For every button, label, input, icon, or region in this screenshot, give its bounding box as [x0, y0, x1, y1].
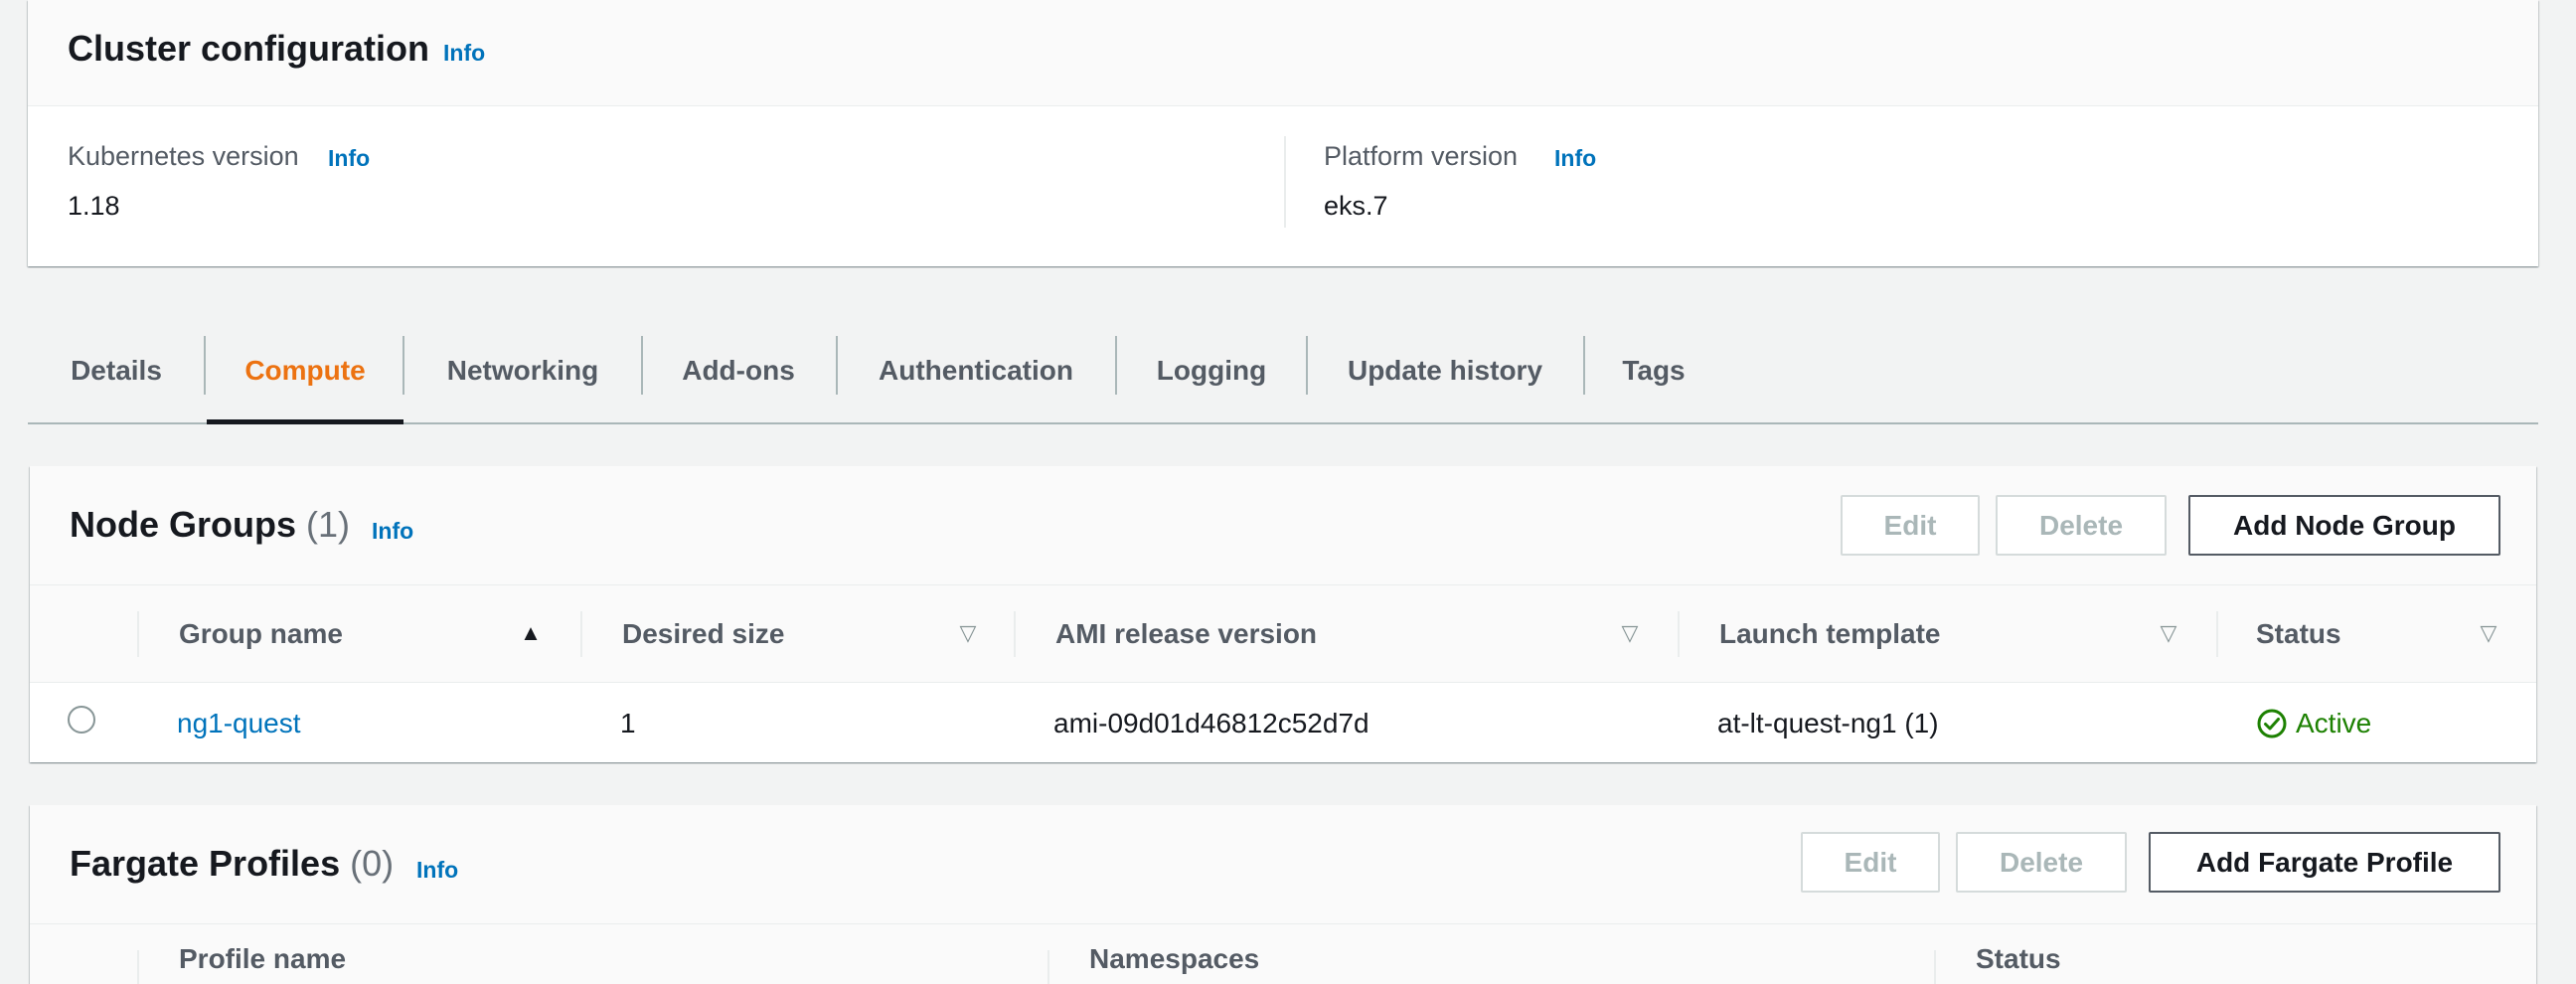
tab-add-ons[interactable]: Add-ons: [642, 318, 835, 422]
column-separator: [137, 950, 139, 984]
column-separator: [1047, 950, 1049, 984]
fargate-profiles-title: Fargate Profiles (0): [70, 843, 394, 885]
column-separator: [2216, 611, 2218, 657]
column-header-desired-size[interactable]: Desired size: [622, 585, 784, 683]
tab-details[interactable]: Details: [28, 318, 205, 422]
platform-version-value: eks.7: [1324, 191, 1388, 221]
column-header-ami-release-version[interactable]: AMI release version: [1055, 585, 1317, 683]
add-fargate-profile-button[interactable]: Add Fargate Profile: [2149, 832, 2500, 893]
tab-separator: [641, 336, 643, 395]
cluster-configuration-panel: Cluster configuration Info Kubernetes ve…: [28, 0, 2538, 266]
cluster-configuration-header: Cluster configuration Info: [28, 0, 2538, 106]
cluster-configuration-info-link[interactable]: Info: [443, 40, 485, 67]
tab-separator: [1583, 336, 1585, 395]
column-separator: [137, 611, 139, 657]
node-groups-header: Node Groups (1) Info Edit Delete Add Nod…: [30, 466, 2536, 585]
sort-icon[interactable]: ▽: [952, 617, 984, 649]
tab-compute[interactable]: Compute: [207, 318, 403, 424]
desired-size-cell: 1: [620, 708, 636, 738]
column-separator: [580, 611, 582, 657]
tab-networking[interactable]: Networking: [405, 318, 640, 422]
sort-ascending-icon[interactable]: ▲: [515, 617, 547, 649]
status-text: Active: [2296, 708, 2372, 738]
launch-template-cell: at-lt-quest-ng1 (1): [1717, 708, 1939, 738]
node-groups-info-link[interactable]: Info: [372, 518, 413, 545]
sort-icon[interactable]: ▽: [1614, 617, 1646, 649]
column-separator: [1014, 611, 1016, 657]
node-group-delete-button[interactable]: Delete: [1996, 495, 2167, 556]
node-groups-panel: Node Groups (1) Info Edit Delete Add Nod…: [30, 466, 2536, 762]
kubernetes-version-value: 1.18: [68, 191, 120, 221]
column-separator: [1934, 950, 1936, 984]
node-groups-title: Node Groups (1): [70, 504, 350, 546]
column-divider: [1284, 136, 1286, 228]
tab-separator: [1306, 336, 1308, 395]
cluster-configuration-title: Cluster configuration: [68, 28, 430, 69]
ami-release-version-cell: ami-09d01d46812c52d7d: [1053, 708, 1369, 738]
node-groups-count: (1): [306, 504, 351, 545]
sort-icon[interactable]: ▽: [2153, 617, 2184, 649]
fargate-profile-edit-button[interactable]: Edit: [1801, 832, 1940, 893]
tab-logging[interactable]: Logging: [1117, 318, 1306, 422]
tab-separator: [402, 336, 404, 395]
fargate-profile-delete-button[interactable]: Delete: [1956, 832, 2127, 893]
kubernetes-version-info-link[interactable]: Info: [328, 145, 370, 172]
add-node-group-button[interactable]: Add Node Group: [2188, 495, 2500, 556]
column-header-status[interactable]: Status: [1976, 924, 2061, 984]
tab-separator: [1115, 336, 1117, 395]
platform-version-info-link[interactable]: Info: [1554, 145, 1596, 172]
fargate-profiles-table-header: Profile name Namespaces Status: [30, 924, 2536, 984]
tab-authentication[interactable]: Authentication: [837, 318, 1115, 422]
check-circle-icon: [2257, 709, 2287, 738]
status-badge: Active: [2256, 708, 2371, 739]
column-header-status[interactable]: Status: [2256, 585, 2341, 683]
column-header-group-name[interactable]: Group name: [179, 585, 343, 683]
table-row[interactable]: ng1-quest 1 ami-09d01d46812c52d7d at-lt-…: [30, 684, 2536, 762]
fargate-profiles-header: Fargate Profiles (0) Info Edit Delete Ad…: [30, 805, 2536, 924]
group-name-link[interactable]: ng1-quest: [177, 708, 301, 739]
tab-update-history[interactable]: Update history: [1308, 318, 1582, 422]
column-separator: [1678, 611, 1680, 657]
tab-tags[interactable]: Tags: [1584, 318, 1723, 422]
fargate-profiles-info-link[interactable]: Info: [416, 857, 458, 884]
node-groups-table-header: Group name ▲ Desired size ▽ AMI release …: [30, 585, 2536, 683]
sort-icon[interactable]: ▽: [2473, 617, 2504, 649]
fargate-profiles-panel: Fargate Profiles (0) Info Edit Delete Ad…: [30, 805, 2536, 984]
row-select-radio[interactable]: [68, 706, 95, 734]
tab-separator: [836, 336, 838, 395]
tab-separator: [204, 336, 206, 395]
node-groups-title-text: Node Groups: [70, 504, 297, 545]
column-header-launch-template[interactable]: Launch template: [1719, 585, 1940, 683]
column-header-profile-name[interactable]: Profile name: [179, 924, 346, 984]
column-header-namespaces[interactable]: Namespaces: [1089, 924, 1259, 984]
fargate-profiles-count: (0): [350, 843, 395, 884]
kubernetes-version-label: Kubernetes version: [68, 141, 299, 171]
platform-version-label: Platform version: [1324, 141, 1519, 171]
node-group-edit-button[interactable]: Edit: [1841, 495, 1980, 556]
fargate-profiles-title-text: Fargate Profiles: [70, 843, 341, 884]
